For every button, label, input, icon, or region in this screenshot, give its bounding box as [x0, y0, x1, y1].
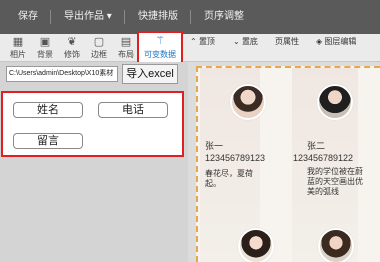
chevron-down-icon: ▾: [106, 11, 112, 22]
layers-icon: ◈: [316, 37, 323, 46]
layout-icon: ▤: [120, 36, 132, 48]
background-icon: ▣: [39, 36, 51, 48]
magic-wand-icon: ⚚: [155, 35, 165, 47]
quick-layout-menu[interactable]: 快捷排版: [138, 0, 178, 34]
frame-icon: ▢: [93, 36, 105, 48]
import-excel-button[interactable]: 导入excel: [122, 64, 178, 84]
tool-label: 相片: [10, 50, 26, 59]
menu-divider: [50, 10, 51, 24]
field-list: 姓名 电话 留言: [1, 91, 184, 157]
card-phone: 123456789122: [293, 153, 354, 163]
menu-divider: [124, 10, 125, 24]
tool-frame[interactable]: ▢ 边框: [85, 34, 113, 62]
card-phone: 123456789123: [205, 153, 266, 163]
send-bottom-icon: ⌄: [233, 37, 240, 46]
tool-label: 可变数据: [144, 50, 176, 59]
tool-photo[interactable]: ▦ 相片: [4, 34, 32, 62]
card-note: 我的学位被在蔚蓝的天空画出优美的弧线: [307, 167, 363, 196]
avatar[interactable]: [318, 228, 354, 262]
card-name: 张一: [205, 141, 224, 151]
tool-background[interactable]: ▣ 背景: [31, 34, 59, 62]
export-menu[interactable]: 导出作品 ▾: [64, 0, 112, 34]
avatar[interactable]: [230, 84, 266, 120]
excel-path-field[interactable]: C:\Users\admin\Desktop\X10素材: [6, 66, 118, 82]
tool-decorate[interactable]: ❦ 修饰: [58, 34, 86, 62]
tool-label: 布局: [118, 50, 134, 59]
bring-top-icon: ⌃: [190, 37, 197, 46]
field-phone-button[interactable]: 电话: [98, 102, 168, 118]
tool-label: 背景: [37, 50, 53, 59]
leaf-icon: ❦: [67, 36, 77, 48]
menu-divider: [190, 10, 191, 24]
page-properties-button[interactable]: 页属性: [275, 34, 299, 50]
tool-variable-data[interactable]: ⚚ 可变数据: [137, 31, 183, 64]
card-name: 张二: [307, 141, 326, 151]
tool-label: 修饰: [64, 50, 80, 59]
card-note: 春花尽，夏荷起。: [205, 169, 253, 188]
tool-layout[interactable]: ▤ 布局: [112, 34, 140, 62]
avatar[interactable]: [317, 84, 353, 120]
photo-icon: ▦: [12, 36, 24, 48]
layer-edit-button[interactable]: ◈ 图层编辑: [316, 34, 356, 50]
top-menu-bar: 保存 导出作品 ▾ 快捷排版 页序调整: [0, 0, 380, 34]
avatar[interactable]: [238, 228, 274, 262]
page-order-menu[interactable]: 页序调整: [204, 0, 244, 34]
send-to-bottom-button[interactable]: ⌄ 置底: [233, 34, 258, 50]
tool-label: 边框: [91, 50, 107, 59]
bring-to-top-button[interactable]: ⌃ 置顶: [190, 34, 215, 50]
field-message-button[interactable]: 留言: [13, 133, 83, 149]
save-menu[interactable]: 保存: [18, 0, 38, 34]
field-name-button[interactable]: 姓名: [13, 102, 83, 118]
